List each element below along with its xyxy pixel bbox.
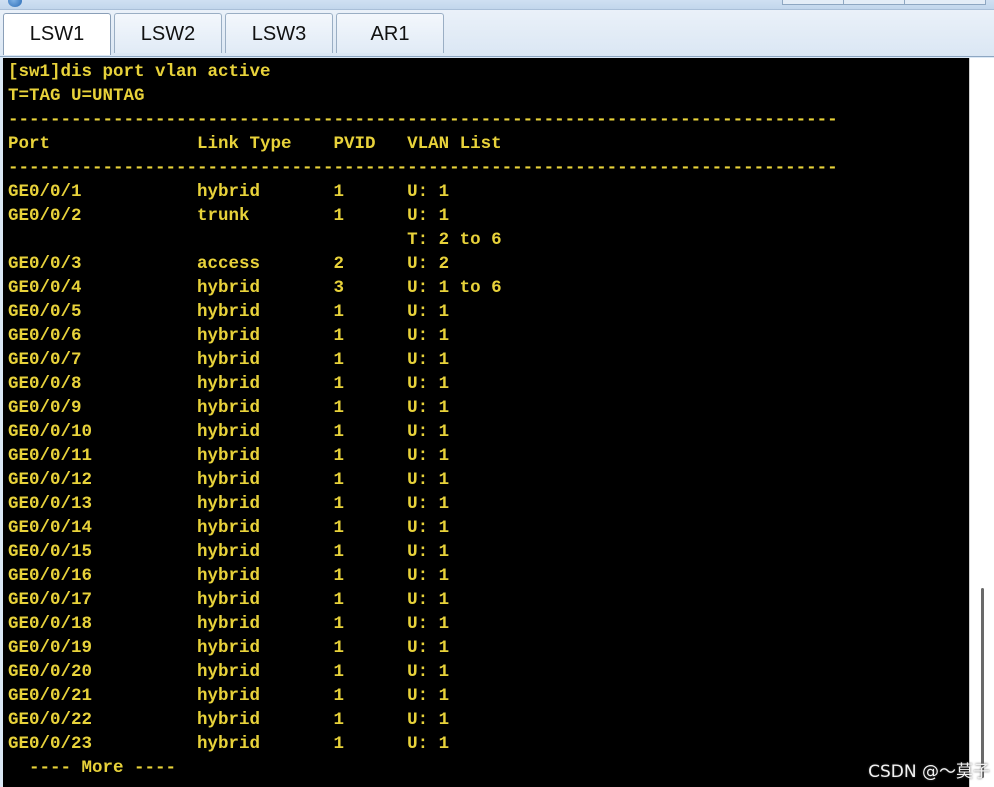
table-row: GE0/0/19 hybrid 1 U: 1 bbox=[8, 638, 450, 658]
title-bar bbox=[0, 0, 994, 10]
tab-lsw1[interactable]: LSW1 bbox=[3, 13, 111, 55]
table-row: GE0/0/18 hybrid 1 U: 1 bbox=[8, 614, 450, 634]
minimize-button[interactable] bbox=[782, 0, 844, 5]
scrollbar-thumb[interactable] bbox=[981, 588, 984, 778]
command-line: [sw1]dis port vlan active bbox=[8, 62, 271, 82]
table-row: GE0/0/8 hybrid 1 U: 1 bbox=[8, 374, 450, 394]
app-icon bbox=[8, 0, 22, 7]
table-row: GE0/0/2 trunk 1 U: 1 bbox=[8, 206, 450, 226]
separator-line: ----------------------------------------… bbox=[8, 158, 838, 178]
table-row: GE0/0/5 hybrid 1 U: 1 bbox=[8, 302, 450, 322]
legend-line: T=TAG U=UNTAG bbox=[8, 86, 145, 106]
table-row: GE0/0/17 hybrid 1 U: 1 bbox=[8, 590, 450, 610]
terminal-window: LSW1 LSW2 LSW3 AR1 [sw1]dis port vlan ac… bbox=[0, 0, 994, 787]
device-tab-bar: LSW1 LSW2 LSW3 AR1 bbox=[0, 10, 994, 57]
table-row: GE0/0/10 hybrid 1 U: 1 bbox=[8, 422, 450, 442]
table-row: GE0/0/6 hybrid 1 U: 1 bbox=[8, 326, 450, 346]
table-header: Port Link Type PVID VLAN List bbox=[8, 134, 502, 154]
separator-line: ----------------------------------------… bbox=[8, 110, 838, 130]
table-row: GE0/0/1 hybrid 1 U: 1 bbox=[8, 182, 450, 202]
tab-lsw2[interactable]: LSW2 bbox=[114, 13, 222, 53]
tab-ar1[interactable]: AR1 bbox=[336, 13, 444, 53]
table-row: GE0/0/15 hybrid 1 U: 1 bbox=[8, 542, 450, 562]
table-row: GE0/0/11 hybrid 1 U: 1 bbox=[8, 446, 450, 466]
table-row: GE0/0/14 hybrid 1 U: 1 bbox=[8, 518, 450, 538]
maximize-button[interactable] bbox=[843, 0, 905, 5]
tab-lsw3[interactable]: LSW3 bbox=[225, 13, 333, 53]
table-row: GE0/0/21 hybrid 1 U: 1 bbox=[8, 686, 450, 706]
console-text: [sw1]dis port vlan active T=TAG U=UNTAG --… bbox=[3, 58, 969, 780]
table-row: GE0/0/23 hybrid 1 U: 1 bbox=[8, 734, 450, 754]
table-row: GE0/0/3 access 2 U: 2 bbox=[8, 254, 450, 274]
vertical-scrollbar[interactable] bbox=[969, 58, 994, 787]
watermark: CSDN @～莫子 bbox=[868, 762, 990, 782]
table-row: GE0/0/7 hybrid 1 U: 1 bbox=[8, 350, 450, 370]
more-prompt[interactable]: ---- More ---- bbox=[8, 756, 969, 780]
table-row: GE0/0/12 hybrid 1 U: 1 bbox=[8, 470, 450, 490]
table-row: GE0/0/22 hybrid 1 U: 1 bbox=[8, 710, 450, 730]
table-row: GE0/0/16 hybrid 1 U: 1 bbox=[8, 566, 450, 586]
console-output[interactable]: [sw1]dis port vlan active T=TAG U=UNTAG --… bbox=[3, 58, 969, 787]
table-row: T: 2 to 6 bbox=[8, 230, 502, 250]
close-button[interactable] bbox=[904, 0, 986, 5]
table-row: GE0/0/20 hybrid 1 U: 1 bbox=[8, 662, 450, 682]
table-row: GE0/0/9 hybrid 1 U: 1 bbox=[8, 398, 450, 418]
table-row: GE0/0/4 hybrid 3 U: 1 to 6 bbox=[8, 278, 502, 298]
table-row: GE0/0/13 hybrid 1 U: 1 bbox=[8, 494, 450, 514]
